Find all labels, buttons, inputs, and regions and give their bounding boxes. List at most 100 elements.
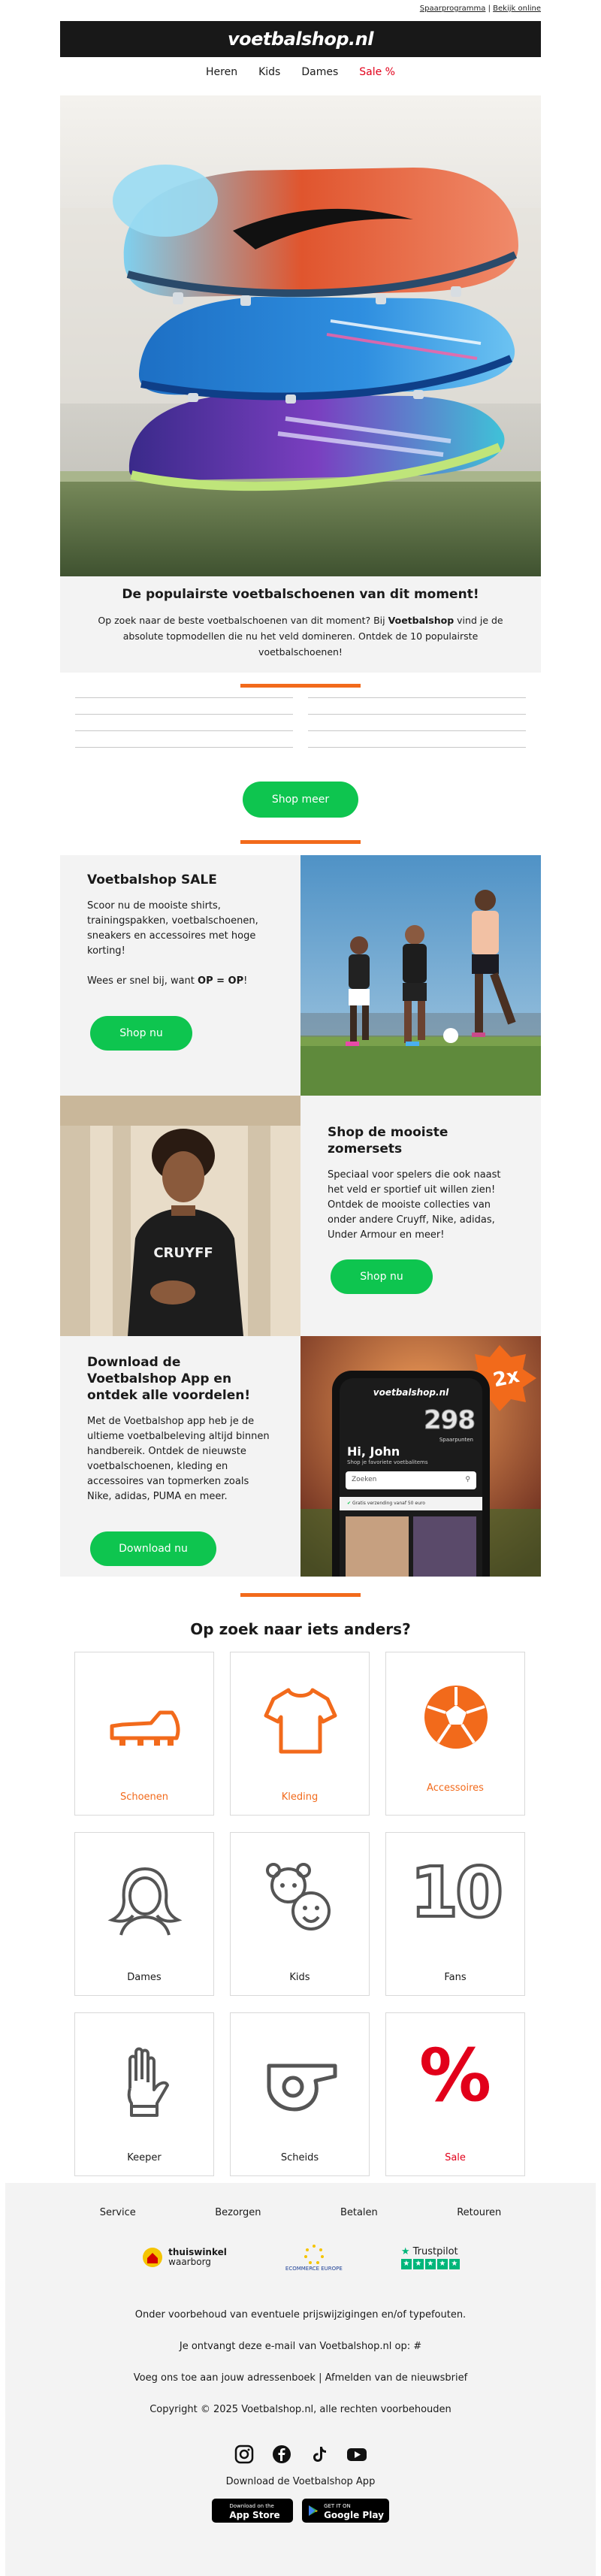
shirt-print: CRUYFF [153, 1245, 213, 1261]
phone-notice-text: Gratis verzending vanaf 50 euro [352, 1501, 425, 1506]
nav-item-dames[interactable]: Dames [301, 66, 338, 86]
summer-image[interactable]: CRUYFF [60, 1096, 300, 1336]
hero-description-part-1: Op zoek naar de beste voetbalschoenen va… [98, 615, 388, 626]
placeholder-line [308, 747, 526, 748]
add-to-addressbook-link[interactable]: Voeg ons toe aan jouw adressenboek [134, 2372, 316, 2384]
logo[interactable]: voetbalshop.nl [228, 29, 373, 50]
category-tile-keeper[interactable]: Keeper [74, 2012, 214, 2176]
categories-title: Op zoek naar iets anders? [190, 1620, 411, 1638]
product-lines-right [308, 697, 526, 763]
footer-link-betalen[interactable]: Betalen [340, 2207, 378, 2218]
phone-product-tile [346, 1516, 409, 1577]
placeholder-line [308, 714, 526, 715]
waarborg-text: waarborg [168, 2257, 211, 2267]
footer-link-retouren[interactable]: Retouren [457, 2207, 501, 2218]
youtube-icon[interactable] [346, 2443, 368, 2466]
summer-shop-button[interactable]: Shop nu [331, 1259, 433, 1294]
sale-text: Scoor nu de mooiste shirts, trainingspak… [87, 900, 258, 957]
phone-search-input: Zoeken ⚲ [346, 1471, 476, 1489]
category-label: Kleding [281, 1791, 319, 1803]
view-online-link[interactable]: Bekijk online [493, 5, 541, 13]
check-icon: ✔ [347, 1501, 352, 1506]
unsubscribe-link[interactable]: Afmelden van de nieuwsbrief [325, 2372, 468, 2384]
category-tile-fans[interactable]: 10 Fans [385, 1832, 525, 1996]
instagram-icon[interactable] [233, 2443, 255, 2466]
shop-more-button[interactable]: Shop meer [243, 782, 358, 818]
thuiswinkel-badge[interactable]: thuiswinkel waarborg [141, 2246, 227, 2269]
footer-link-bezorgen[interactable]: Bezorgen [215, 2207, 261, 2218]
trustpilot-text: Trustpilot [412, 2245, 458, 2257]
phone-notice: ✔ Gratis verzending vanaf 50 euro [340, 1497, 482, 1510]
category-tile-kleding[interactable]: Kleding [230, 1652, 370, 1816]
hero-boots-illustration [60, 95, 541, 576]
app-title: Download de Voetbalshop App en ontdek al… [87, 1355, 251, 1403]
ecommerce-europe-badge[interactable]: ECOMMERCE EUROPE [285, 2243, 343, 2272]
footer: Service Bezorgen Betalen Retouren thuisw… [5, 2183, 596, 2576]
app-download-title: Download de Voetbalshop App [225, 2476, 376, 2487]
sale-text-2: Wees er snel bij, want OP = OP! [87, 974, 273, 989]
trustpilot-star-icon: ★ [400, 2245, 410, 2257]
hero-description-brand: Voetbalshop [388, 615, 455, 626]
app-store-button[interactable]: Download on the App Store [212, 2499, 293, 2523]
goalkeeper-glove-icon [127, 2047, 169, 2117]
phone-search-placeholder: Zoeken [352, 1476, 377, 1483]
kids-icon [266, 1863, 331, 1930]
category-tile-kids[interactable]: Kids [230, 1832, 370, 1996]
sale-text-2-c: ! [243, 975, 248, 987]
spaarprogramma-link[interactable]: Spaarprogramma [420, 5, 486, 13]
footer-link-service[interactable]: Service [100, 2207, 136, 2218]
tiktok-icon[interactable] [308, 2443, 331, 2466]
sale-text-2-a: Wees er snel bij, want [87, 975, 198, 987]
top-links: Spaarprogramma | Bekijk online [420, 5, 541, 13]
ecommerce-europe-text: ECOMMERCE EUROPE [285, 2266, 343, 2272]
phone-subtitle: Shop je favoriete voetbalitems [347, 1459, 428, 1465]
category-label: Sale [445, 2152, 466, 2163]
nav-item-sale[interactable]: Sale % [359, 66, 395, 86]
phone-points-label: Spaarpunten [439, 1437, 473, 1443]
summer-title: Shop de mooiste zomersets [328, 1125, 448, 1156]
category-label: Dames [127, 1972, 162, 1983]
placeholder-line [75, 697, 293, 698]
app-download-button[interactable]: Download nu [90, 1531, 216, 1566]
category-label: Keeper [127, 2152, 162, 2163]
nav-item-kids[interactable]: Kids [258, 66, 280, 86]
category-tile-scheids[interactable]: Scheids [230, 2012, 370, 2176]
whistle-icon [267, 2064, 337, 2112]
rating-star-icon: ★ [436, 2258, 448, 2269]
phone-points: 298 [424, 1405, 476, 1436]
header-bar: voetbalshop.nl [60, 21, 541, 57]
app-store-text: App Store [229, 2510, 280, 2520]
sale-image[interactable] [300, 855, 541, 1096]
percent-icon: % [418, 2033, 492, 2118]
category-tile-accessoires[interactable]: Accessoires [385, 1652, 525, 1816]
category-tile-schoenen[interactable]: Schoenen [74, 1652, 214, 1816]
sale-block: Voetbalshop SALE Scoor nu de mooiste shi… [60, 855, 300, 1096]
footer-nav: Service Bezorgen Betalen Retouren [60, 2207, 541, 2218]
thuiswinkel-text: thuiswinkel [168, 2247, 227, 2257]
placeholder-line [308, 697, 526, 698]
players-illustration [300, 855, 541, 1096]
sale-shop-button[interactable]: Shop nu [90, 1016, 192, 1051]
search-icon: ⚲ [465, 1476, 470, 1483]
google-play-button[interactable]: GET IT ON Google Play [302, 2499, 389, 2523]
hero-text-block: De populairste voetbalschoenen van dit m… [60, 576, 541, 673]
rating-star-icon: ★ [412, 2258, 424, 2269]
woman-icon [107, 1867, 183, 1936]
summer-block: Shop de mooiste zomersets Speciaal voor … [300, 1096, 541, 1336]
nav-item-heren[interactable]: Heren [206, 66, 237, 86]
category-tile-dames[interactable]: Dames [74, 1832, 214, 1996]
category-tile-sale[interactable]: % Sale [385, 2012, 525, 2176]
social-links [60, 2443, 541, 2466]
facebook-icon[interactable] [270, 2443, 293, 2466]
hero-image[interactable] [60, 95, 541, 576]
rating-star-icon: ★ [424, 2258, 436, 2269]
category-label: Accessoires [427, 1782, 484, 1794]
phone-logo: voetbalshop.nl [373, 1387, 449, 1398]
store-badges: Download on the App Store GET IT ON Google… [60, 2499, 541, 2523]
google-play-text: Google Play [324, 2510, 384, 2520]
football-boot-icon [110, 1710, 180, 1746]
eu-stars-icon [304, 2245, 324, 2264]
phone-greeting: Hi, John [347, 1444, 400, 1459]
app-image[interactable]: 2x voetbalshop.nl 298 Spaarpunten Hi, Jo… [300, 1336, 541, 1577]
trustpilot-badge[interactable]: ★ Trustpilot ★ ★ ★ ★ ★ [400, 2245, 460, 2269]
